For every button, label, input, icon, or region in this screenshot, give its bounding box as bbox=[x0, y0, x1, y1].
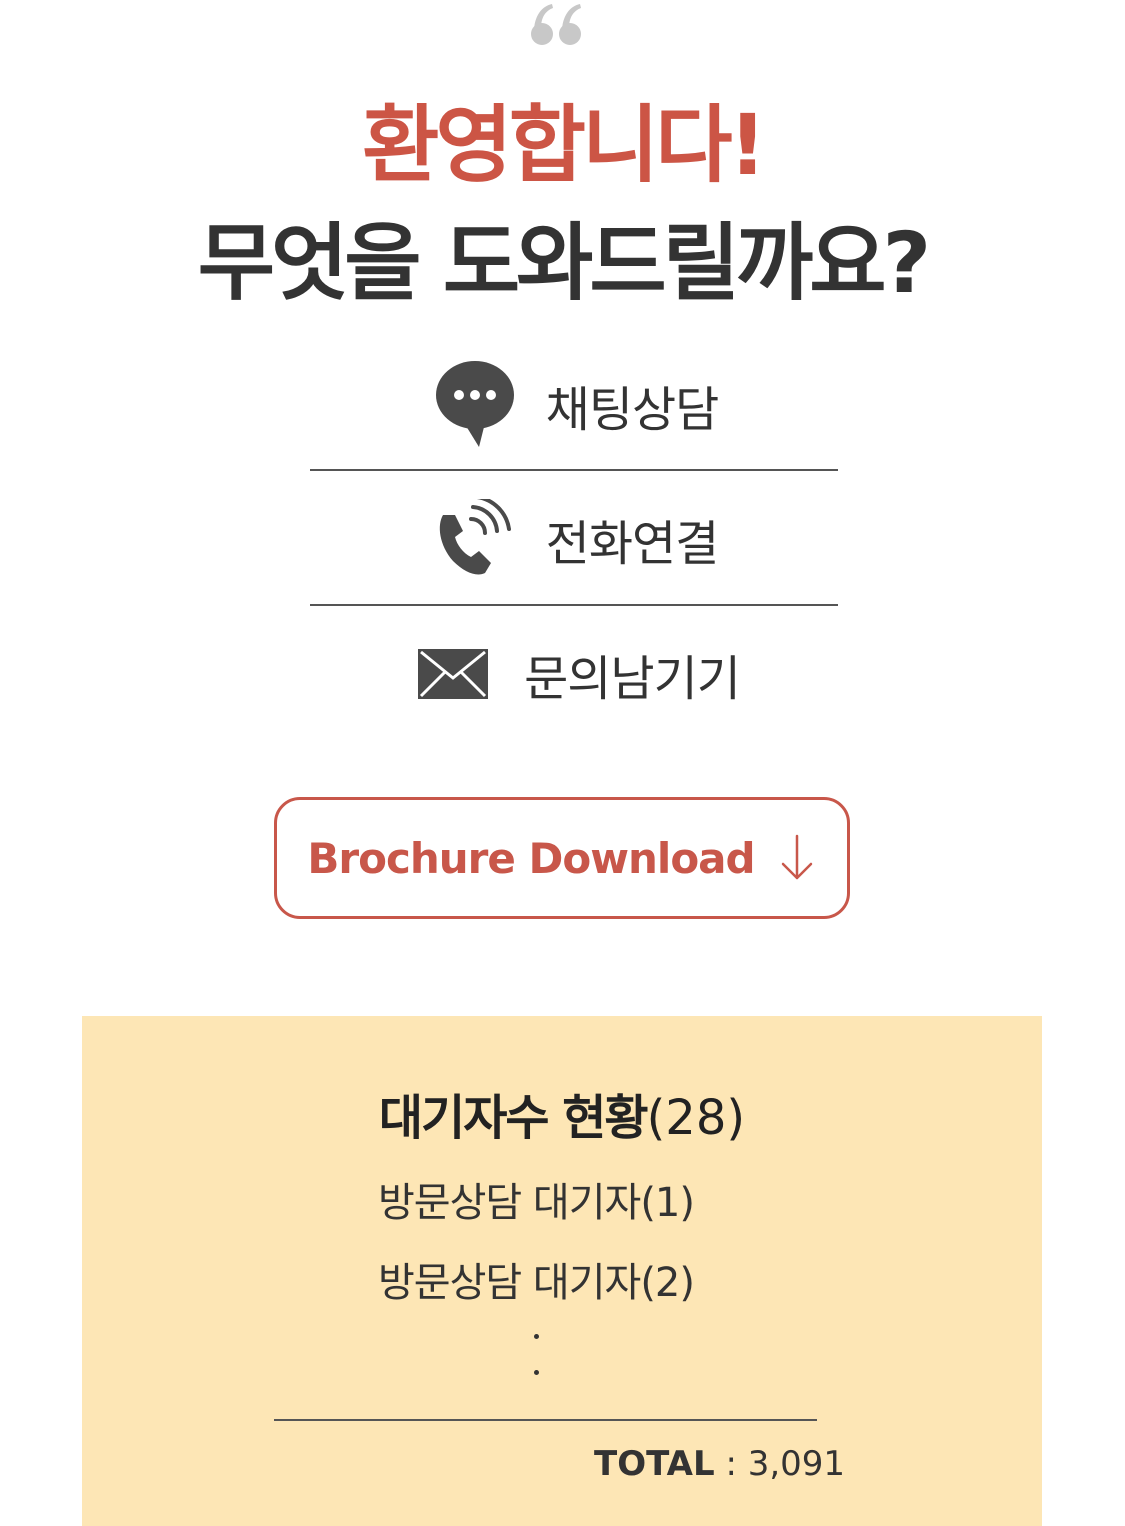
queue-list-item: 방문상담 대기자(1) bbox=[378, 1180, 695, 1226]
ellipsis-dot bbox=[534, 1370, 539, 1375]
help-question-heading: 무엇을 도와드릴까요? bbox=[197, 214, 932, 312]
phone-connect-label: 전화연결 bbox=[545, 516, 720, 572]
queue-divider bbox=[274, 1419, 817, 1421]
chat-consult-label: 채팅상담 bbox=[545, 382, 720, 438]
queue-title-text: 대기자수 현황 bbox=[378, 1090, 649, 1146]
chat-bubble-icon bbox=[430, 355, 520, 455]
envelope-icon bbox=[408, 624, 498, 724]
queue-total: TOTAL : 3,091 bbox=[594, 1444, 845, 1484]
arrow-down-icon bbox=[777, 832, 817, 884]
phone-icon bbox=[430, 489, 520, 589]
quote-icon bbox=[531, 4, 581, 45]
ellipsis-dot bbox=[534, 1334, 539, 1339]
chat-consult-button[interactable]: 채팅상담 bbox=[310, 338, 838, 472]
phone-connect-button[interactable]: 전화연결 bbox=[310, 472, 838, 606]
total-value: 3,091 bbox=[747, 1444, 846, 1484]
total-separator: : bbox=[714, 1444, 748, 1484]
queue-list-item: 방문상담 대기자(2) bbox=[378, 1260, 695, 1306]
welcome-heading: 환영합니다! bbox=[362, 96, 767, 194]
leave-inquiry-label: 문의남기기 bbox=[524, 651, 741, 707]
total-label: TOTAL bbox=[594, 1444, 715, 1484]
brochure-download-label: Brochure Download bbox=[307, 833, 755, 883]
leave-inquiry-button[interactable]: 문의남기기 bbox=[310, 607, 838, 741]
queue-title: 대기자수 현황(28) bbox=[82, 1078, 1042, 1148]
brochure-download-button[interactable]: Brochure Download bbox=[274, 797, 850, 919]
menu-divider bbox=[310, 604, 838, 606]
waiting-queue-panel: 대기자수 현황(28) 방문상담 대기자(1) 방문상담 대기자(2) TOTA… bbox=[82, 1016, 1042, 1526]
queue-count: (28) bbox=[646, 1090, 746, 1146]
menu-divider bbox=[310, 469, 838, 471]
